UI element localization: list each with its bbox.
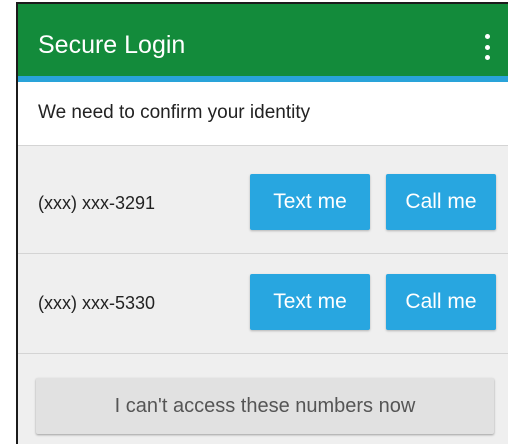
app-title: Secure Login xyxy=(38,31,186,59)
app-screen: Secure Login We need to confirm your ide… xyxy=(16,2,508,444)
text-me-button[interactable]: Text me xyxy=(250,174,370,230)
call-me-button[interactable]: Call me xyxy=(386,274,496,330)
cant-access-numbers-button[interactable]: I can't access these numbers now xyxy=(36,378,494,434)
phone-row: (xxx) xxx-3291 Text me Call me xyxy=(18,154,508,254)
phone-number: (xxx) xxx-5330 xyxy=(38,293,156,313)
text-me-button[interactable]: Text me xyxy=(250,274,370,330)
overflow-menu-icon[interactable] xyxy=(484,34,490,60)
phone-number: (xxx) xxx-3291 xyxy=(38,193,156,213)
phone-row: (xxx) xxx-5330 Text me Call me xyxy=(18,254,508,354)
menu-dot xyxy=(484,34,490,39)
identity-prompt: We need to confirm your identity xyxy=(18,82,508,146)
menu-dot xyxy=(484,44,490,50)
identity-prompt-text: We need to confirm your identity xyxy=(38,102,311,123)
call-me-button[interactable]: Call me xyxy=(386,174,496,230)
menu-dot xyxy=(484,55,490,60)
app-bar: Secure Login xyxy=(18,4,508,82)
